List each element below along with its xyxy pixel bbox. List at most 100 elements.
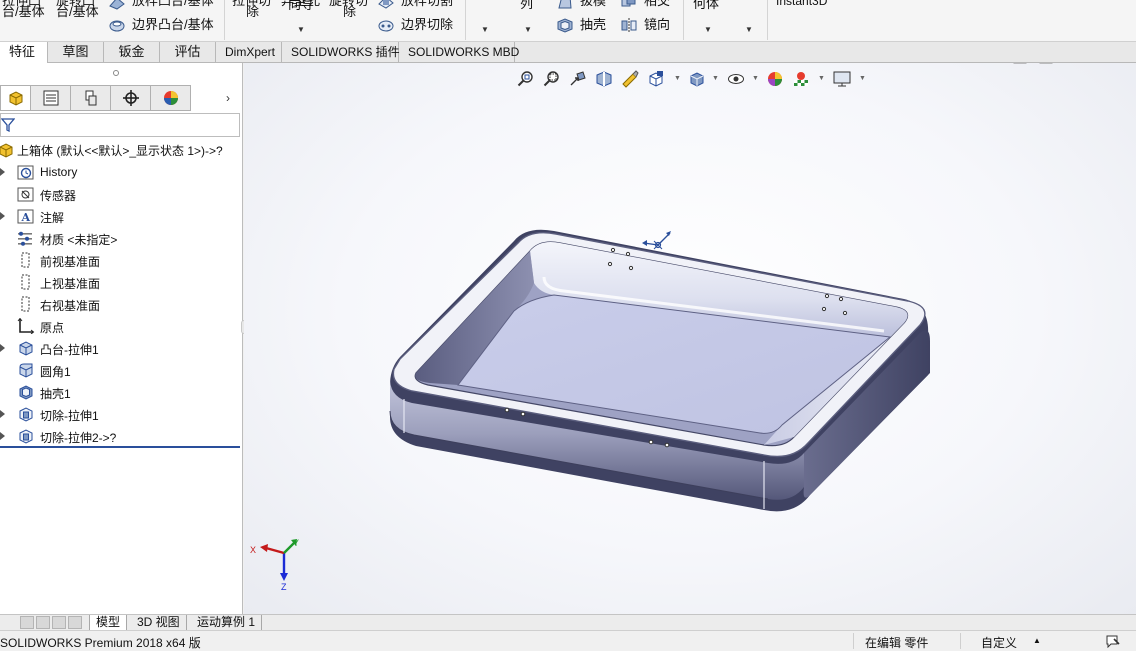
tab-sheet-metal[interactable]: 钣金: [104, 42, 160, 63]
plane-icon: [21, 274, 30, 290]
tab-features[interactable]: 特征: [0, 42, 48, 63]
loft-boss-icon[interactable]: [108, 0, 126, 10]
last-tab-button[interactable]: [68, 616, 82, 629]
status-separator: [960, 633, 961, 649]
intersect-icon[interactable]: [620, 0, 638, 10]
plane-icon: [21, 252, 30, 268]
curves-dropdown-icon[interactable]: ▼: [745, 25, 753, 34]
part-name: 上箱体 (默认<<默认>_显示状态 1>)->?: [17, 143, 223, 158]
draft-button[interactable]: 拔模: [580, 0, 606, 8]
tab-featuremanager[interactable]: [0, 85, 31, 111]
loft-cut-button[interactable]: 放样切割: [401, 0, 453, 8]
shell-icon: [19, 385, 33, 400]
previous-tab-button[interactable]: [36, 616, 50, 629]
instant3d-button[interactable]: Instant3D: [776, 0, 827, 8]
tab-evaluate[interactable]: 评估: [160, 42, 216, 63]
tree-item-fillet1[interactable]: 圆角1: [0, 359, 242, 381]
reference-geometry-dropdown-icon[interactable]: ▼: [704, 25, 712, 34]
tree-item-history[interactable]: History: [0, 161, 242, 183]
shell-button[interactable]: 抽壳: [580, 18, 606, 32]
tree-item-right-plane[interactable]: 右视基准面: [0, 293, 242, 315]
revolve-cut-button-line2[interactable]: 除: [343, 5, 356, 19]
tab-propertymanager[interactable]: [31, 85, 71, 111]
extrude-cut-button-line2[interactable]: 除: [246, 5, 259, 19]
mirror-icon[interactable]: [620, 17, 638, 33]
tree-item-label: 注解: [40, 211, 65, 225]
feature-tree: History 传感器 A 注解 材质 <未指定> 前视基准面 上视基准面 右视…: [0, 161, 242, 447]
draft-icon[interactable]: [556, 0, 574, 10]
tree-item-label: 材质 <未指定>: [40, 233, 118, 247]
hole-wizard-button-line2[interactable]: 向导: [288, 0, 314, 12]
expand-arrow-icon[interactable]: [0, 432, 5, 440]
ribbon-separator: [683, 0, 684, 40]
expand-arrow-icon[interactable]: [0, 168, 5, 176]
tree-item-top-plane[interactable]: 上视基准面: [0, 271, 242, 293]
shell-icon[interactable]: [556, 17, 574, 33]
annotation-icon: A: [17, 209, 34, 224]
model-graphics[interactable]: X Y Z: [244, 63, 1136, 614]
tree-item-cut-extrude1[interactable]: 切除-拉伸1: [0, 403, 242, 425]
tree-item-label: 原点: [40, 321, 65, 335]
panel-grip-icon[interactable]: [113, 70, 119, 76]
first-tab-button[interactable]: [20, 616, 34, 629]
mirror-button[interactable]: 镜向: [644, 18, 670, 32]
pattern-dropdown-icon[interactable]: ▼: [524, 25, 532, 34]
tree-item-label: 圆角1: [40, 365, 71, 379]
tree-root-part[interactable]: 上箱体 (默认<<默认>_显示状态 1>)->?: [0, 140, 223, 160]
boundary-cut-button[interactable]: 边界切除: [401, 18, 453, 32]
linear-pattern-button[interactable]: 列: [520, 0, 533, 11]
tab-configurationmanager[interactable]: [71, 85, 111, 111]
history-icon: [17, 165, 34, 180]
triad-z-label: Z: [281, 582, 287, 592]
tree-item-label: 前视基准面: [40, 255, 101, 269]
status-separator: [853, 633, 854, 649]
tree-item-shell1[interactable]: 抽壳1: [0, 381, 242, 403]
unit-system-selector[interactable]: 自定义: [981, 634, 1017, 651]
tab-solidworks-mbd[interactable]: SOLIDWORKS MBD: [399, 42, 519, 63]
boundary-boss-icon[interactable]: [108, 17, 126, 33]
ribbon-separator: [224, 0, 225, 40]
origin-marker-icon: [642, 231, 671, 250]
next-tab-button[interactable]: [52, 616, 66, 629]
boundary-cut-icon[interactable]: [377, 17, 395, 33]
extrude-boss-button-line2[interactable]: 台/基体: [2, 5, 45, 19]
tree-item-label: 抽壳1: [40, 387, 71, 401]
tab-displaymanager[interactable]: [151, 85, 191, 111]
feature-filter-input[interactable]: [0, 113, 240, 137]
tree-item-annotations[interactable]: A 注解: [0, 205, 242, 227]
tree-item-label: History: [40, 165, 78, 179]
status-bar: SOLIDWORKS Premium 2018 x64 版 在编辑 零件 自定义…: [0, 630, 1136, 651]
quick-tips-icon[interactable]: [1105, 634, 1121, 648]
tree-item-label: 凸台-拉伸1: [40, 343, 99, 357]
tab-3d-views[interactable]: 3D 视图: [131, 615, 187, 631]
tab-dimxpert[interactable]: DimXpert: [216, 42, 282, 63]
configurationmanager-icon: [85, 90, 96, 106]
more-tabs-chevron-icon[interactable]: ›: [226, 91, 230, 105]
loft-cut-icon[interactable]: [377, 0, 395, 10]
tree-item-origin[interactable]: 原点: [0, 315, 242, 337]
revolve-boss-button-line2[interactable]: 台/基体: [56, 5, 99, 19]
tab-motion-study-1[interactable]: 运动算例 1: [191, 615, 263, 631]
fillet-dropdown-icon[interactable]: ▼: [481, 25, 489, 34]
unit-system-caret-icon[interactable]: ▲: [1033, 636, 1041, 645]
tree-item-front-plane[interactable]: 前视基准面: [0, 249, 242, 271]
expand-arrow-icon[interactable]: [0, 344, 5, 352]
boundary-boss-button[interactable]: 边界凸台/基体: [132, 18, 214, 32]
intersect-button[interactable]: 相交: [644, 0, 670, 8]
rollback-bar[interactable]: [0, 446, 240, 448]
tree-item-cut-extrude2[interactable]: 切除-拉伸2->?: [0, 425, 242, 447]
expand-arrow-icon[interactable]: [0, 212, 5, 220]
hole-wizard-dropdown-icon[interactable]: ▼: [297, 25, 305, 34]
reference-geometry-button[interactable]: 何体: [693, 0, 719, 11]
tab-solidworks-addins[interactable]: SOLIDWORKS 插件: [282, 42, 400, 63]
tab-sketch[interactable]: 草图: [48, 42, 104, 63]
loft-boss-button[interactable]: 放样凸台/基体: [132, 0, 214, 8]
tree-item-sensors[interactable]: 传感器: [0, 183, 242, 205]
graphics-viewport[interactable]: ▼ ▼ ▼ ▼ ▼ X Y Z: [244, 63, 1136, 614]
tree-item-material[interactable]: 材质 <未指定>: [0, 227, 242, 249]
tab-model[interactable]: 模型: [89, 615, 128, 631]
cut-extrude-icon: [19, 429, 33, 444]
tree-item-boss-extrude1[interactable]: 凸台-拉伸1: [0, 337, 242, 359]
tab-dimxpertmanager[interactable]: [111, 85, 151, 111]
expand-arrow-icon[interactable]: [0, 410, 5, 418]
